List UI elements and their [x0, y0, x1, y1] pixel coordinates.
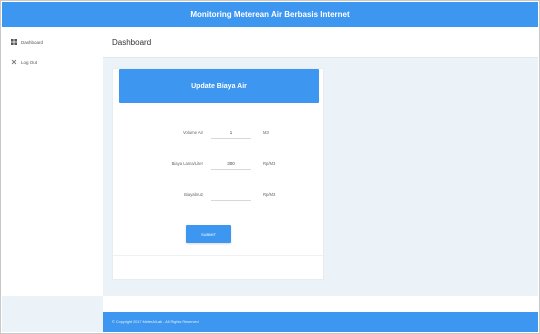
card-divider — [113, 255, 323, 256]
copyright-text: © Copyright 2017 MeterAiLab - All Rights… — [112, 320, 199, 324]
app-title: Monitoring Meterean Air Berbasis Interne… — [190, 10, 350, 19]
main-content: Dashboard Update Biaya Air Volume Air M3… — [103, 27, 538, 296]
card-title-text: Update Biaya Air — [191, 82, 247, 90]
sidebar-item-label: Log Out — [21, 59, 38, 65]
field-label: Biayabru2 — [184, 192, 203, 197]
sidebar-item-label: Dashboard — [21, 39, 44, 45]
field-unit: Rp/M3 — [263, 161, 276, 166]
field-label: Biaya Lama/Liter — [171, 161, 203, 166]
sidebar: Dashboard Log Out — [2, 27, 103, 296]
field-unit: Rp/M3 — [263, 192, 276, 197]
dashboard-icon — [11, 39, 17, 45]
form-row-new-cost: Biayabru2 Rp/M3 — [113, 189, 325, 201]
form-row-volume: Volume Air M3 — [113, 127, 325, 139]
form-row-old-cost: Biaya Lama/Liter Rp/M3 — [113, 158, 325, 170]
top-bar: Monitoring Meterean Air Berbasis Interne… — [2, 2, 538, 27]
field-unit: M3 — [263, 130, 269, 135]
footer: © Copyright 2017 MeterAiLab - All Rights… — [103, 312, 538, 332]
volume-input[interactable] — [211, 127, 251, 139]
page-title: Dashboard — [112, 37, 152, 47]
submit-button[interactable]: SUBMIT — [186, 225, 231, 243]
field-label: Volume Air — [182, 130, 203, 135]
sidebar-item-dashboard[interactable]: Dashboard — [2, 35, 103, 49]
page-header: Dashboard — [103, 27, 538, 58]
old-cost-input[interactable] — [211, 158, 251, 170]
logout-icon — [11, 59, 17, 65]
update-form-card: Update Biaya Air Volume Air M3 Biaya Lam… — [112, 68, 324, 280]
card-title: Update Biaya Air — [119, 69, 319, 103]
new-cost-input[interactable] — [211, 189, 251, 201]
sidebar-bottom — [2, 296, 103, 332]
sidebar-item-logout[interactable]: Log Out — [2, 55, 103, 69]
